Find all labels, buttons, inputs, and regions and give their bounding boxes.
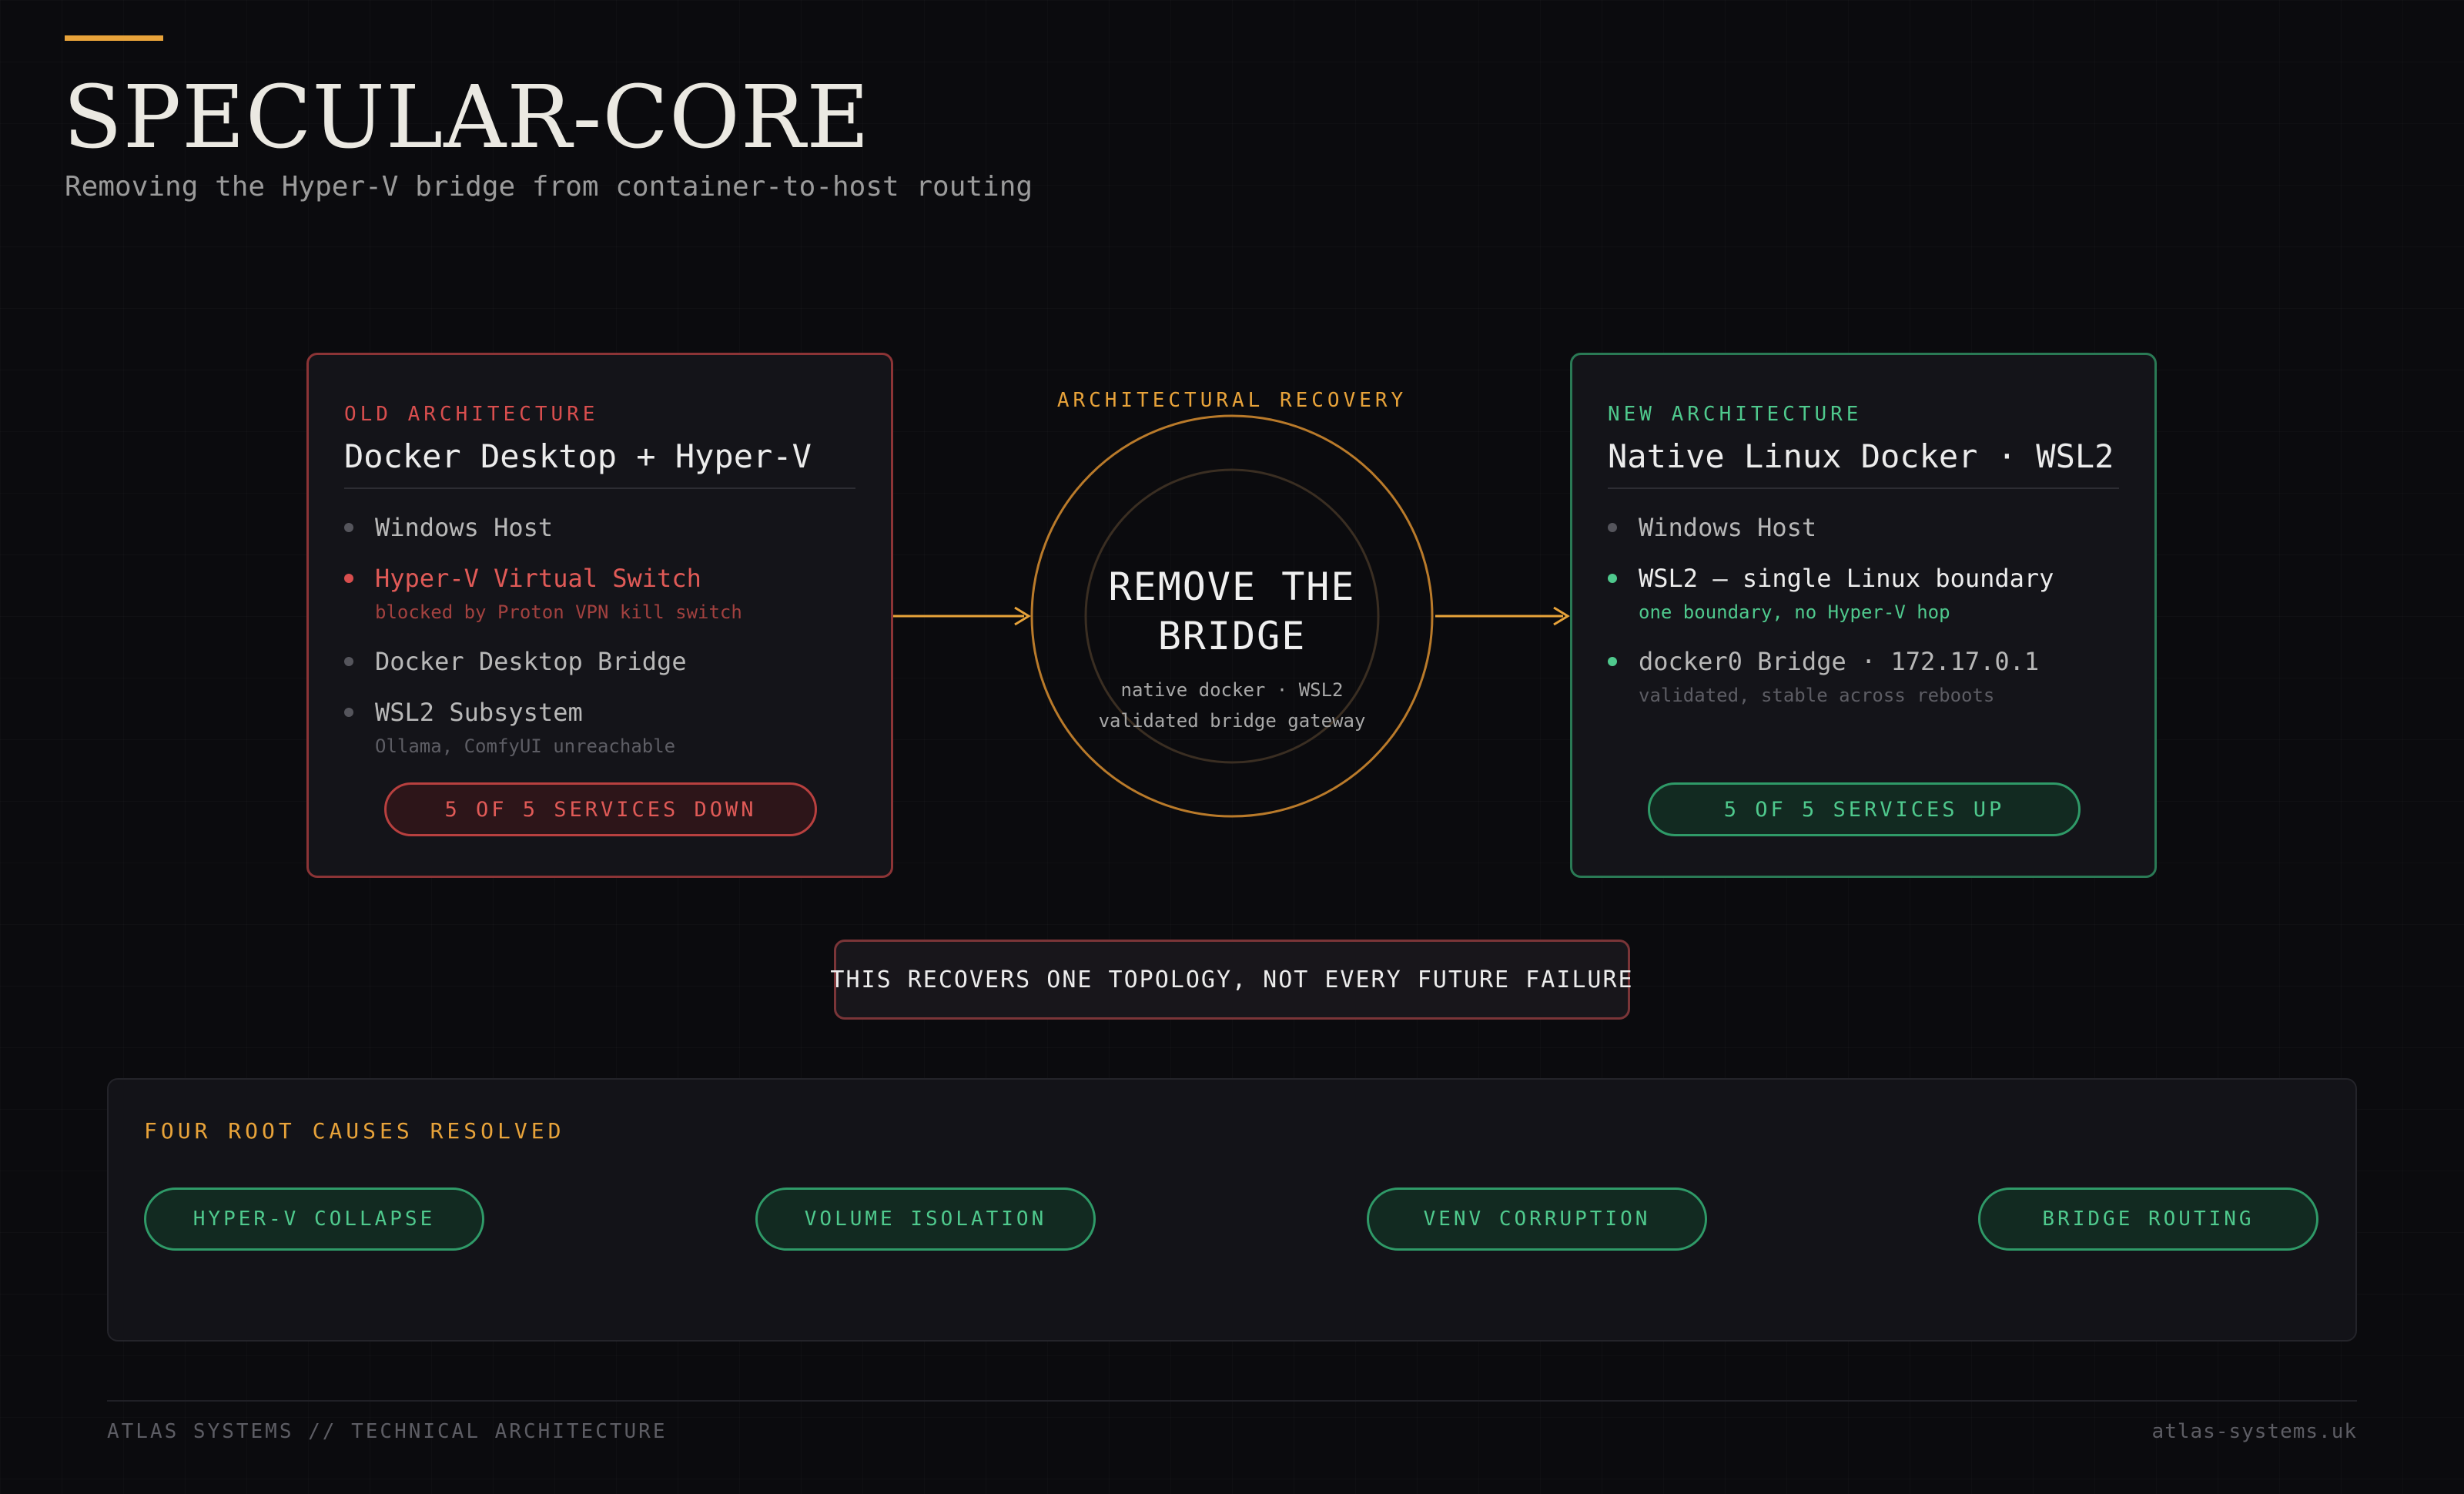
old-card-divider <box>344 487 855 489</box>
old-item-label: Docker Desktop Bridge <box>375 647 687 676</box>
bullet-icon <box>344 523 353 532</box>
new-card-divider <box>1608 487 2119 489</box>
new-architecture-card: NEW ARCHITECTURE Native Linux Docker · W… <box>1570 353 2157 878</box>
old-item-note: blocked by Proton VPN kill switch <box>375 601 742 623</box>
center-title: REMOVE THE BRIDGE <box>1078 562 1386 661</box>
bullet-icon <box>1608 574 1617 583</box>
new-item-note: validated, stable across reboots <box>1639 685 1995 706</box>
old-card-heading: Docker Desktop + Hyper-V <box>344 437 812 475</box>
old-item-note: Ollama, ComfyUI unreachable <box>375 735 676 757</box>
caveat-banner: THIS RECOVERS ONE TOPOLOGY, NOT EVERY FU… <box>830 940 1632 1020</box>
footer-credit: ATLAS SYSTEMS // TECHNICAL ARCHITECTURE <box>107 1420 668 1443</box>
bullet-icon <box>344 657 353 666</box>
center-subtext-2: validated bridge gateway <box>1098 710 1366 732</box>
old-item-label: WSL2 Subsystem <box>375 698 583 727</box>
bullet-icon <box>344 574 353 583</box>
center-subtext-1: native docker · WSL2 <box>1120 679 1344 701</box>
new-card-kicker: NEW ARCHITECTURE <box>1608 403 1863 426</box>
old-item-label: Windows Host <box>375 513 554 542</box>
bullet-icon <box>1608 657 1617 666</box>
cause-pill-venv-corruption: VENV CORRUPTION <box>1367 1187 1707 1251</box>
footer-divider <box>107 1400 2357 1402</box>
old-card-kicker: OLD ARCHITECTURE <box>344 403 599 426</box>
status-badge-down: 5 OF 5 SERVICES DOWN <box>384 782 817 836</box>
new-item-note: one boundary, no Hyper-V hop <box>1639 601 1950 623</box>
cause-pill-bridge-routing: BRIDGE ROUTING <box>1978 1187 2318 1251</box>
root-causes-kicker: FOUR ROOT CAUSES RESOLVED <box>144 1118 565 1144</box>
old-architecture-card: OLD ARCHITECTURE Docker Desktop + Hyper-… <box>306 353 893 878</box>
bullet-icon <box>344 708 353 717</box>
bullet-icon <box>1608 523 1617 532</box>
new-card-heading: Native Linux Docker · WSL2 <box>1608 437 2114 475</box>
old-item-label: Hyper-V Virtual Switch <box>375 564 701 593</box>
cause-pill-hyperv-collapse: HYPER-V COLLAPSE <box>144 1187 484 1251</box>
center-title-line-2: BRIDGE <box>1157 614 1307 658</box>
new-item-label: Windows Host <box>1639 513 1817 542</box>
new-item-label: docker0 Bridge · 172.17.0.1 <box>1639 647 2040 676</box>
center-kicker: ARCHITECTURAL RECOVERY <box>1056 389 1408 412</box>
footer-url: atlas-systems.uk <box>2151 1420 2357 1443</box>
root-causes-panel: FOUR ROOT CAUSES RESOLVED HYPER-V COLLAP… <box>107 1078 2357 1342</box>
cause-pill-volume-isolation: VOLUME ISOLATION <box>755 1187 1096 1251</box>
status-badge-up: 5 OF 5 SERVICES UP <box>1648 782 2081 836</box>
center-title-line-1: REMOVE THE <box>1108 564 1356 609</box>
new-item-label: WSL2 — single Linux boundary <box>1639 564 2054 593</box>
